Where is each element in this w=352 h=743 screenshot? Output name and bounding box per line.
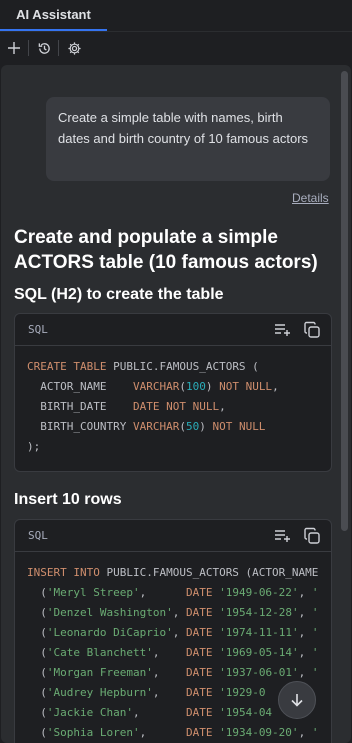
code-language-label: SQL <box>28 323 48 336</box>
tab-bar: AI Assistant <box>0 0 352 32</box>
code-create[interactable]: CREATE TABLE PUBLIC.FAMOUS_ACTORS ( ACTO… <box>15 346 331 468</box>
code-block-header: SQL <box>15 314 331 346</box>
section-insert-title: Insert 10 rows <box>14 491 122 508</box>
history-icon <box>38 42 50 54</box>
code-line: ACTOR_NAME VARCHAR(100) NOT NULL, <box>27 380 279 393</box>
code-block-create: SQL CREATE TABLE PUBLIC.FAMOUS_ACTORS ( … <box>14 313 332 472</box>
plus-icon <box>8 42 20 54</box>
code-line: ); <box>27 440 41 453</box>
toolbar-separator <box>58 40 59 56</box>
tab-ai-assistant[interactable]: AI Assistant <box>0 0 107 31</box>
scrollbar[interactable] <box>341 71 348 531</box>
tab-ai-assistant-label: AI Assistant <box>16 7 91 22</box>
code-line: CREATE TABLE PUBLIC.FAMOUS_ACTORS ( <box>27 360 259 373</box>
settings-button[interactable] <box>63 37 85 59</box>
code-line: ('Morgan Freeman', DATE '1937-06-01', ' <box>27 666 319 679</box>
chat-panel: Create a simple table with names, birth … <box>1 65 351 743</box>
code-line: BIRTH_COUNTRY VARCHAR(50) NOT NULL <box>27 420 266 433</box>
scroll-to-bottom-button[interactable] <box>278 681 316 719</box>
code-line: ('Meryl Streep', DATE '1949-06-22', ' <box>27 586 319 599</box>
code-language-label: SQL <box>28 529 48 542</box>
code-line: ('Audrey Hepburn', DATE '1929-0 <box>27 686 266 699</box>
copy-icon[interactable] <box>303 321 321 339</box>
copy-icon[interactable] <box>303 527 321 545</box>
section-create-title: SQL (H2) to create the table <box>14 286 224 303</box>
gear-icon <box>67 41 81 55</box>
code-line: ('Cate Blanchett', DATE '1969-05-14', ' <box>27 646 319 659</box>
new-chat-button[interactable] <box>3 37 25 59</box>
code-block-header: SQL <box>15 520 331 552</box>
details-link[interactable]: Details <box>292 191 329 205</box>
code-line: ('Denzel Washington', DATE '1954-12-28',… <box>27 606 319 619</box>
code-line: BIRTH_DATE DATE NOT NULL, <box>27 400 226 413</box>
code-line: ('Sophia Loren', DATE '1934-09-20', ' <box>27 726 319 739</box>
code-line: INSERT INTO PUBLIC.FAMOUS_ACTORS (ACTOR_… <box>27 566 319 579</box>
toolbar-separator <box>28 40 29 56</box>
insert-at-caret-icon[interactable] <box>273 321 291 339</box>
code-line: ('Jackie Chan', DATE '1954-04 <box>27 706 273 719</box>
history-button[interactable] <box>33 37 55 59</box>
insert-at-caret-icon[interactable] <box>273 527 291 545</box>
code-line: ('Leonardo DiCaprio', DATE '1974-11-11',… <box>27 626 319 639</box>
response-title: Create and populate a simple ACTORS tabl… <box>14 227 318 273</box>
user-message: Create a simple table with names, birth … <box>46 97 330 181</box>
arrow-down-icon <box>291 694 303 707</box>
toolbar <box>0 32 352 64</box>
